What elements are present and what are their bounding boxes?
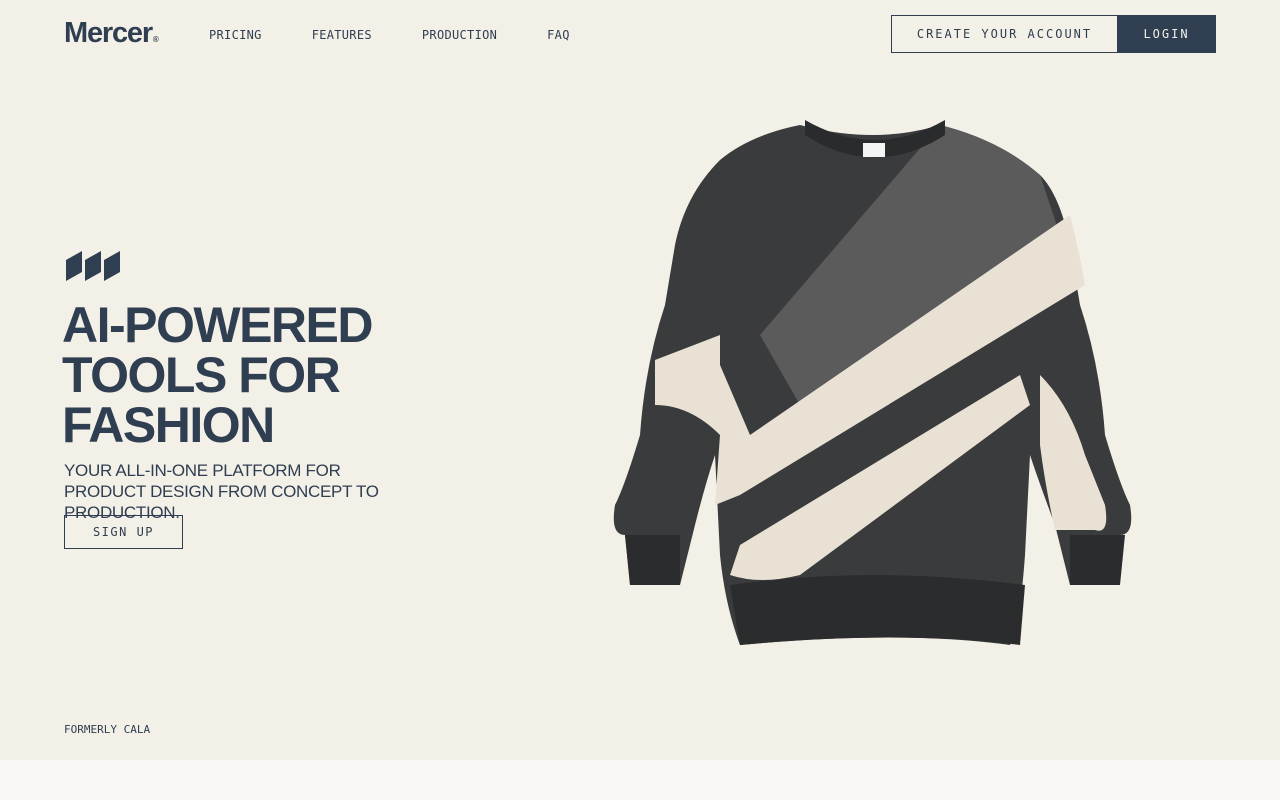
logo-text: Mercer	[64, 17, 153, 49]
formerly-cala-note: FORMERLY CALA	[64, 723, 151, 736]
next-section-band	[0, 760, 1280, 800]
registered-mark: ®	[152, 35, 159, 44]
hero-title: AI-POWERED TOOLS FOR FASHION	[62, 300, 522, 450]
hero-title-line: TOOLS FOR	[62, 347, 341, 403]
main-nav: PRICING FEATURES PRODUCTION FAQ	[209, 27, 620, 43]
sign-up-button[interactable]: SIGN UP	[64, 515, 183, 549]
top-navigation: Mercer® PRICING FEATURES PRODUCTION FAQ …	[0, 0, 1280, 70]
hero-title-line: AI-POWERED	[62, 297, 374, 353]
nav-link-features[interactable]: FEATURES	[312, 27, 372, 43]
mercer-logo[interactable]: Mercer®	[64, 16, 159, 57]
create-account-button[interactable]: CREATE YOUR ACCOUNT	[891, 15, 1118, 53]
nav-link-production[interactable]: PRODUCTION	[422, 27, 497, 43]
hero-subtitle: YOUR ALL-IN-ONE PLATFORM FOR PRODUCT DES…	[64, 461, 379, 522]
login-button[interactable]: LOGIN	[1117, 15, 1216, 53]
crewneck-sweater-image	[613, 120, 1132, 645]
nav-link-pricing[interactable]: PRICING	[209, 27, 262, 43]
hero-title-line: FASHION	[62, 397, 275, 453]
nav-link-faq[interactable]: FAQ	[547, 27, 570, 43]
triple-slash-logo-icon	[66, 251, 120, 281]
